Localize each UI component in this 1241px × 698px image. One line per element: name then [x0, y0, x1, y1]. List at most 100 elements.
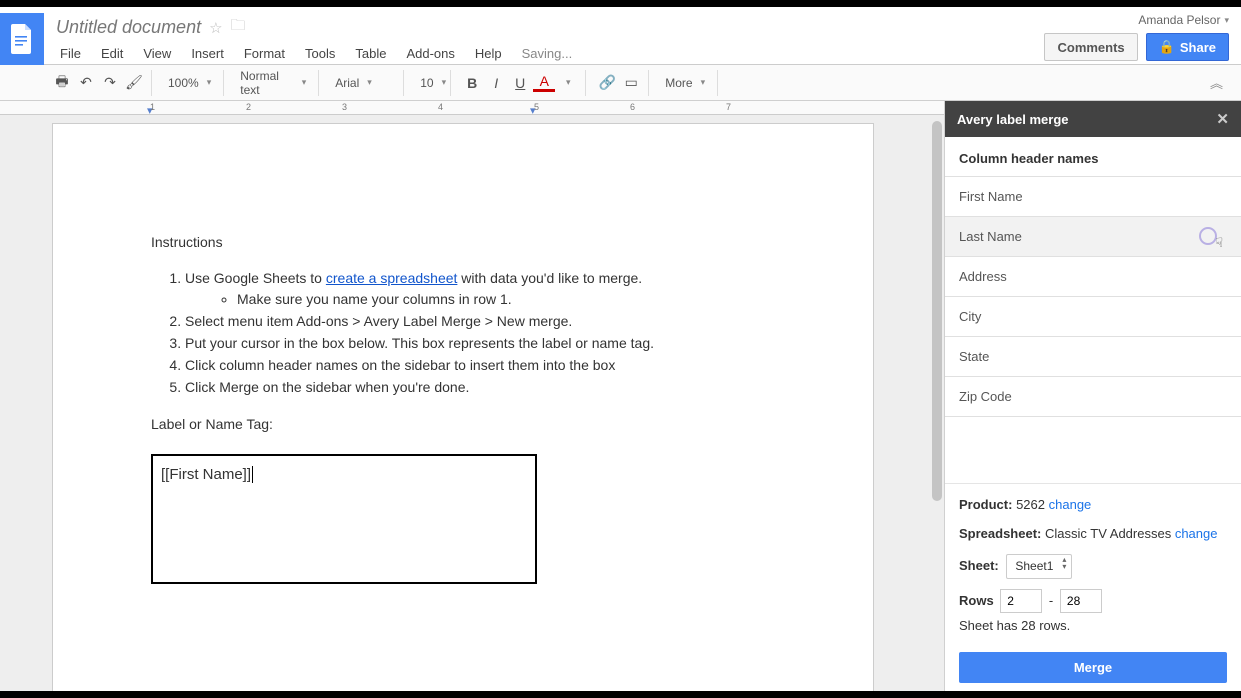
- ruler-tick: 7: [726, 102, 731, 112]
- text-color-icon[interactable]: A: [533, 74, 555, 92]
- folder-icon[interactable]: 🗀: [231, 15, 246, 40]
- instruction-substep: Make sure you name your columns in row 1…: [237, 289, 775, 310]
- chevron-down-icon: ▾: [701, 77, 706, 88]
- ruler-tick: 4: [438, 102, 443, 112]
- merge-button[interactable]: Merge: [959, 652, 1227, 683]
- create-spreadsheet-link[interactable]: create a spreadsheet: [326, 270, 458, 286]
- size-value: 10: [420, 76, 433, 90]
- font-value: Arial: [335, 76, 359, 90]
- share-button[interactable]: 🔒 Share: [1146, 33, 1229, 61]
- menu-format[interactable]: Format: [242, 44, 287, 63]
- style-select[interactable]: Normal text ▾: [234, 71, 312, 95]
- paint-format-icon[interactable]: 🖌: [123, 72, 145, 94]
- menu-insert[interactable]: Insert: [189, 44, 226, 63]
- ruler-tick: 3: [342, 102, 347, 112]
- text-cursor: [251, 466, 253, 483]
- ruler[interactable]: ▾ 1 2 3 4 ▾ 5 6 7: [0, 101, 944, 115]
- ruler-tick: 5: [534, 102, 539, 112]
- chevron-down-icon: ▾: [442, 77, 447, 88]
- sidebar-bottom: Product: 5262 change Spreadsheet: Classi…: [945, 483, 1241, 691]
- star-icon[interactable]: ☆: [209, 19, 222, 37]
- menu-addons[interactable]: Add-ons: [404, 44, 456, 63]
- toolbar: 🖶 ↶ ↷ 🖌 100%▾ Normal text▾ Arial▾ 10▾ B …: [0, 65, 1241, 101]
- product-value: 5262: [1016, 497, 1045, 512]
- column-item-city[interactable]: City: [945, 297, 1241, 337]
- spreadsheet-value: Classic TV Addresses: [1045, 526, 1171, 541]
- comment-icon[interactable]: ▭: [620, 72, 642, 94]
- font-size-select[interactable]: 10 ▾: [414, 71, 444, 95]
- titlebar: Untitled document ☆ 🗀 File Edit View Ins…: [0, 7, 1241, 65]
- ruler-tick: 2: [246, 102, 251, 112]
- ruler-tick: 6: [630, 102, 635, 112]
- column-item-zip-code[interactable]: Zip Code: [945, 377, 1241, 417]
- comments-button[interactable]: Comments: [1044, 33, 1137, 61]
- menu-help[interactable]: Help: [473, 44, 504, 63]
- lock-icon: 🔒: [1159, 39, 1175, 55]
- product-label: Product:: [959, 497, 1012, 512]
- menu-tools[interactable]: Tools: [303, 44, 337, 63]
- change-product-link[interactable]: change: [1049, 497, 1092, 512]
- instruction-step: Click column header names on the sidebar…: [185, 355, 775, 376]
- menubar: File Edit View Insert Format Tools Table…: [56, 44, 1044, 63]
- menu-table[interactable]: Table: [353, 44, 388, 63]
- style-value: Normal text: [240, 69, 293, 97]
- step-text: Use Google Sheets to: [185, 270, 326, 286]
- underline-icon[interactable]: U: [509, 72, 531, 94]
- link-icon[interactable]: 🔗: [596, 72, 618, 94]
- chevron-down-icon: ▾: [302, 77, 307, 88]
- document-page[interactable]: Instructions Use Google Sheets to create…: [52, 123, 874, 691]
- rows-row: Rows - Sheet has 28 rows.: [959, 589, 1227, 636]
- column-item-address[interactable]: Address: [945, 257, 1241, 297]
- saving-status: Saving...: [520, 44, 575, 63]
- user-name-text: Amanda Pelsor: [1138, 13, 1220, 27]
- menu-edit[interactable]: Edit: [99, 44, 125, 63]
- menu-view[interactable]: View: [141, 44, 173, 63]
- sidebar-header: Avery label merge ✕: [945, 101, 1241, 137]
- rows-to-input[interactable]: [1060, 589, 1102, 613]
- column-item-state[interactable]: State: [945, 337, 1241, 377]
- instructions-heading: Instructions: [151, 234, 775, 250]
- share-label: Share: [1180, 40, 1216, 55]
- docs-logo[interactable]: [0, 13, 44, 65]
- column-item-first-name[interactable]: First Name: [945, 177, 1241, 217]
- chevron-down-icon: ▾: [1224, 15, 1229, 26]
- rows-label: Rows: [959, 593, 994, 608]
- spreadsheet-row: Spreadsheet: Classic TV Addresses change: [959, 525, 1227, 544]
- sheet-label: Sheet:: [959, 558, 999, 573]
- close-icon[interactable]: ✕: [1216, 110, 1229, 128]
- scrollbar[interactable]: [932, 121, 942, 501]
- chevron-down-icon[interactable]: ▾: [557, 72, 579, 94]
- merge-field-box[interactable]: [[First Name]]: [151, 454, 537, 584]
- sidebar-title: Avery label merge: [957, 112, 1069, 127]
- merge-field-text: [[First Name]]: [161, 466, 251, 483]
- label-tag-heading: Label or Name Tag:: [151, 416, 775, 432]
- rows-dash: -: [1049, 593, 1053, 608]
- sheet-row: Sheet: Sheet1: [959, 554, 1227, 579]
- addon-sidebar: Avery label merge ✕ Column header names …: [944, 101, 1241, 691]
- menu-file[interactable]: File: [58, 44, 83, 63]
- rows-info: Sheet has 28 rows.: [959, 617, 1227, 636]
- bold-icon[interactable]: B: [461, 72, 483, 94]
- column-label: Last Name: [959, 229, 1022, 244]
- italic-icon[interactable]: I: [485, 72, 507, 94]
- column-headers-title: Column header names: [945, 137, 1241, 176]
- more-button[interactable]: More▾: [659, 71, 711, 95]
- collapse-toolbar-icon[interactable]: ︽: [1210, 73, 1223, 92]
- instruction-step: Use Google Sheets to create a spreadshee…: [185, 268, 775, 310]
- font-select[interactable]: Arial▾: [329, 71, 397, 95]
- change-spreadsheet-link[interactable]: change: [1175, 526, 1218, 541]
- undo-icon[interactable]: ↶: [75, 72, 97, 94]
- zoom-select[interactable]: 100%▾: [162, 71, 217, 95]
- document-title[interactable]: Untitled document: [56, 17, 201, 38]
- spreadsheet-label: Spreadsheet:: [959, 526, 1041, 541]
- redo-icon[interactable]: ↷: [99, 72, 121, 94]
- column-list: First Name Last Name ☟ Address City Stat…: [945, 176, 1241, 417]
- document-area: ▾ 1 2 3 4 ▾ 5 6 7 Instructions Use Googl…: [0, 101, 944, 691]
- user-name[interactable]: Amanda Pelsor ▾: [1138, 13, 1229, 27]
- print-icon[interactable]: 🖶: [51, 72, 73, 94]
- column-item-last-name[interactable]: Last Name ☟: [945, 217, 1241, 257]
- rows-from-input[interactable]: [1000, 589, 1042, 613]
- sheet-select[interactable]: Sheet1: [1006, 554, 1072, 579]
- chevron-down-icon: ▾: [207, 77, 212, 88]
- product-row: Product: 5262 change: [959, 496, 1227, 515]
